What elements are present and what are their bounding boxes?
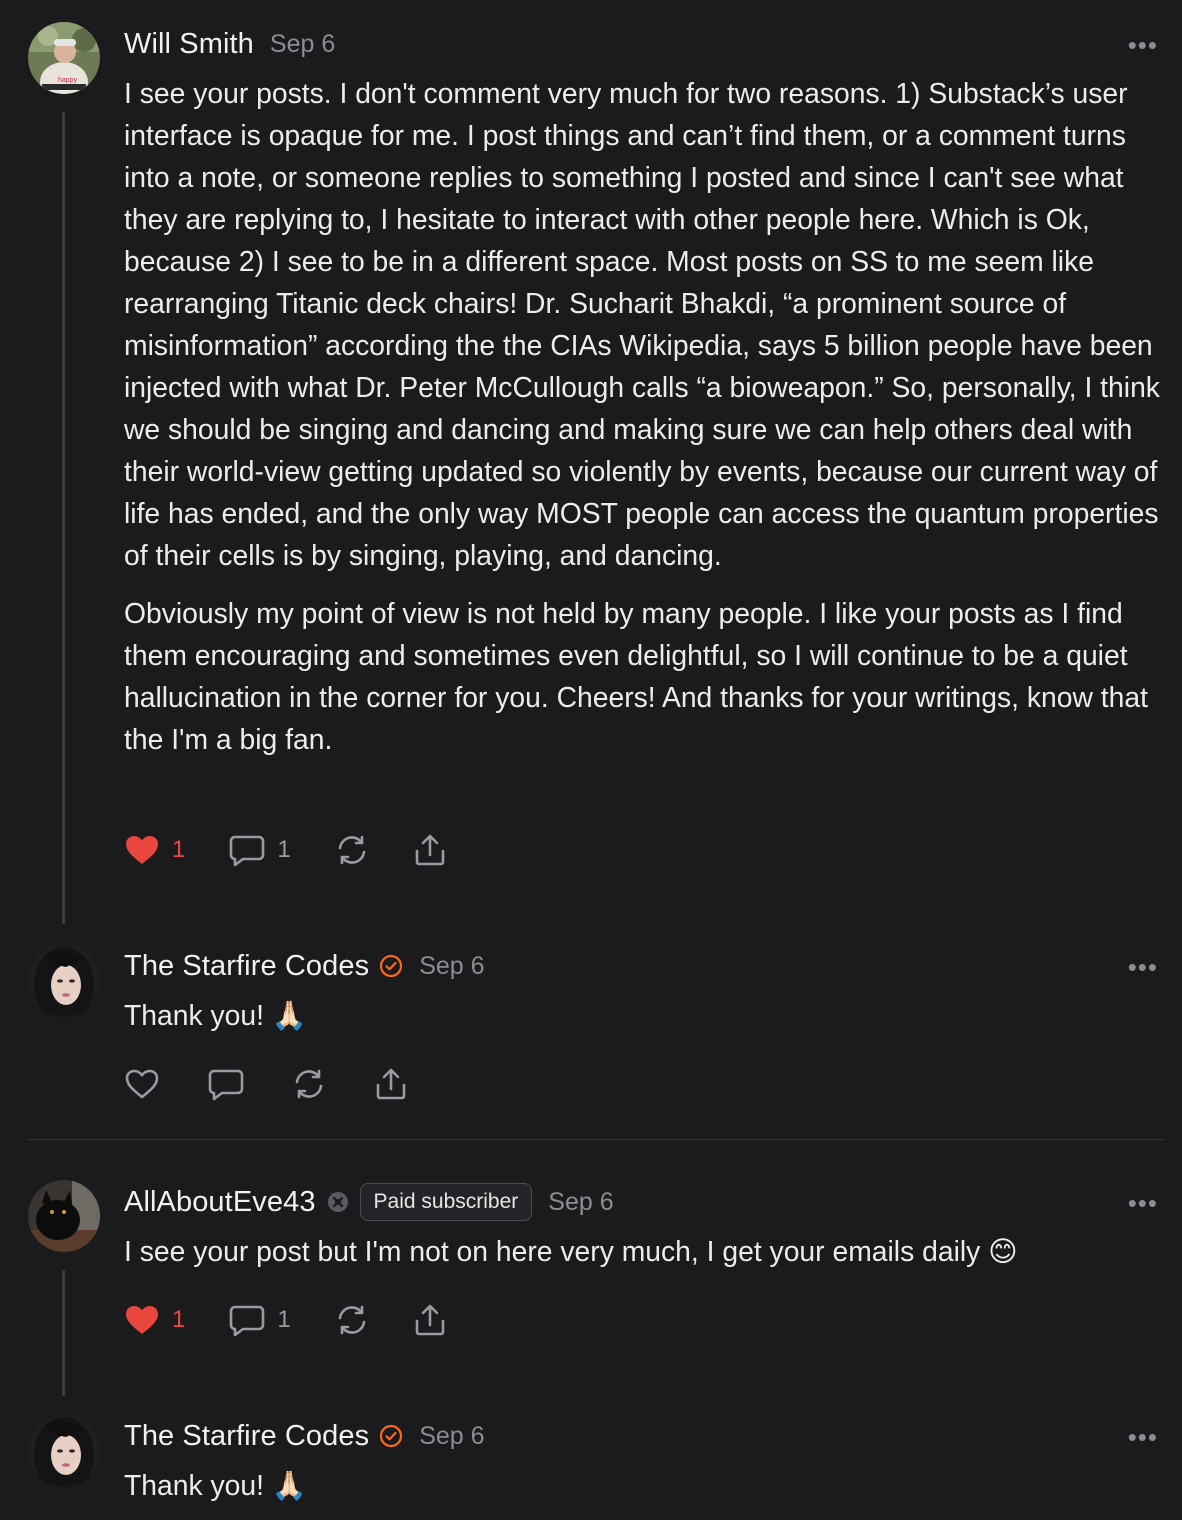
comment-date[interactable]: Sep 6 <box>419 1422 484 1451</box>
avatar[interactable] <box>28 945 100 1017</box>
reply-count: 1 <box>277 836 291 863</box>
share-icon <box>376 1068 406 1100</box>
reply-button[interactable]: 1 <box>229 833 291 867</box>
like-button[interactable] <box>124 1068 160 1100</box>
share-button[interactable] <box>413 833 447 867</box>
comment-header: Will Smith Sep 6 <box>124 26 335 62</box>
subscriber-icon <box>327 1192 348 1212</box>
svg-text:happy: happy <box>58 77 78 84</box>
more-options-icon[interactable]: ••• <box>1128 30 1158 61</box>
thread-line <box>62 1270 65 1396</box>
comment-body: Thank you! 🙏🏻 <box>124 999 308 1031</box>
comment-body: I see your post but I'm not on here very… <box>124 1235 1018 1267</box>
comment-date[interactable]: Sep 6 <box>270 30 335 59</box>
restack-icon <box>338 1305 366 1335</box>
divider <box>28 1139 1164 1140</box>
share-button[interactable] <box>413 1303 447 1337</box>
like-count: 1 <box>172 1306 186 1333</box>
comment-paragraph: Obviously my point of view is not held b… <box>124 597 1148 755</box>
heart-outline-icon <box>125 1069 159 1099</box>
comment-actions <box>124 1064 452 1104</box>
more-options-icon[interactable]: ••• <box>1128 1188 1158 1219</box>
restack-icon <box>338 835 366 865</box>
verified-check-icon <box>380 1424 403 1448</box>
comment-paragraph: I see your posts. I don't comment very m… <box>124 77 1160 571</box>
restack-button[interactable] <box>292 1067 326 1101</box>
comment-header: AllAboutEve43 Paid subscriber Sep 6 <box>124 1182 614 1222</box>
like-button[interactable]: 1 <box>124 1304 185 1336</box>
avatar[interactable]: happy <box>28 22 100 94</box>
comment-actions: 1 1 <box>124 1300 491 1340</box>
comment-header: The Starfire Codes Sep 6 <box>124 948 485 984</box>
comment-bubble-icon <box>208 1069 244 1101</box>
thread-line <box>62 112 65 924</box>
comment-body: Thank you! 🙏🏻 <box>124 1469 308 1501</box>
reply-button[interactable] <box>208 1067 244 1101</box>
restack-button[interactable] <box>335 833 369 867</box>
more-options-icon[interactable]: ••• <box>1128 952 1158 983</box>
author-name[interactable]: The Starfire Codes <box>124 1420 369 1453</box>
paid-subscriber-badge: Paid subscriber <box>359 1183 533 1221</box>
avatar[interactable] <box>28 1415 100 1487</box>
share-button[interactable] <box>374 1067 408 1101</box>
comment-date[interactable]: Sep 6 <box>419 952 484 981</box>
share-icon <box>415 834 445 866</box>
heart-filled-icon <box>126 836 158 864</box>
comment-body: I see your posts. I don't comment very m… <box>124 72 1174 760</box>
reply-button[interactable]: 1 <box>229 1303 291 1337</box>
comment-actions: 1 1 <box>124 830 491 870</box>
comment-date[interactable]: Sep 6 <box>548 1188 613 1217</box>
heart-filled-icon <box>126 1306 158 1334</box>
author-name[interactable]: Will Smith <box>124 28 254 61</box>
restack-button[interactable] <box>335 1303 369 1337</box>
author-name[interactable]: The Starfire Codes <box>124 950 369 983</box>
like-button[interactable]: 1 <box>124 834 185 866</box>
share-icon <box>415 1304 445 1336</box>
comment-bubble-icon <box>230 1305 265 1337</box>
restack-icon <box>295 1069 323 1099</box>
reply-count: 1 <box>277 1306 291 1333</box>
author-name[interactable]: AllAboutEve43 <box>124 1186 316 1219</box>
comment-header: The Starfire Codes Sep 6 <box>124 1418 485 1454</box>
verified-check-icon <box>380 954 403 978</box>
comment-bubble-icon <box>230 835 265 867</box>
avatar[interactable] <box>28 1180 100 1252</box>
more-options-icon[interactable]: ••• <box>1128 1422 1158 1453</box>
like-count: 1 <box>172 836 186 863</box>
